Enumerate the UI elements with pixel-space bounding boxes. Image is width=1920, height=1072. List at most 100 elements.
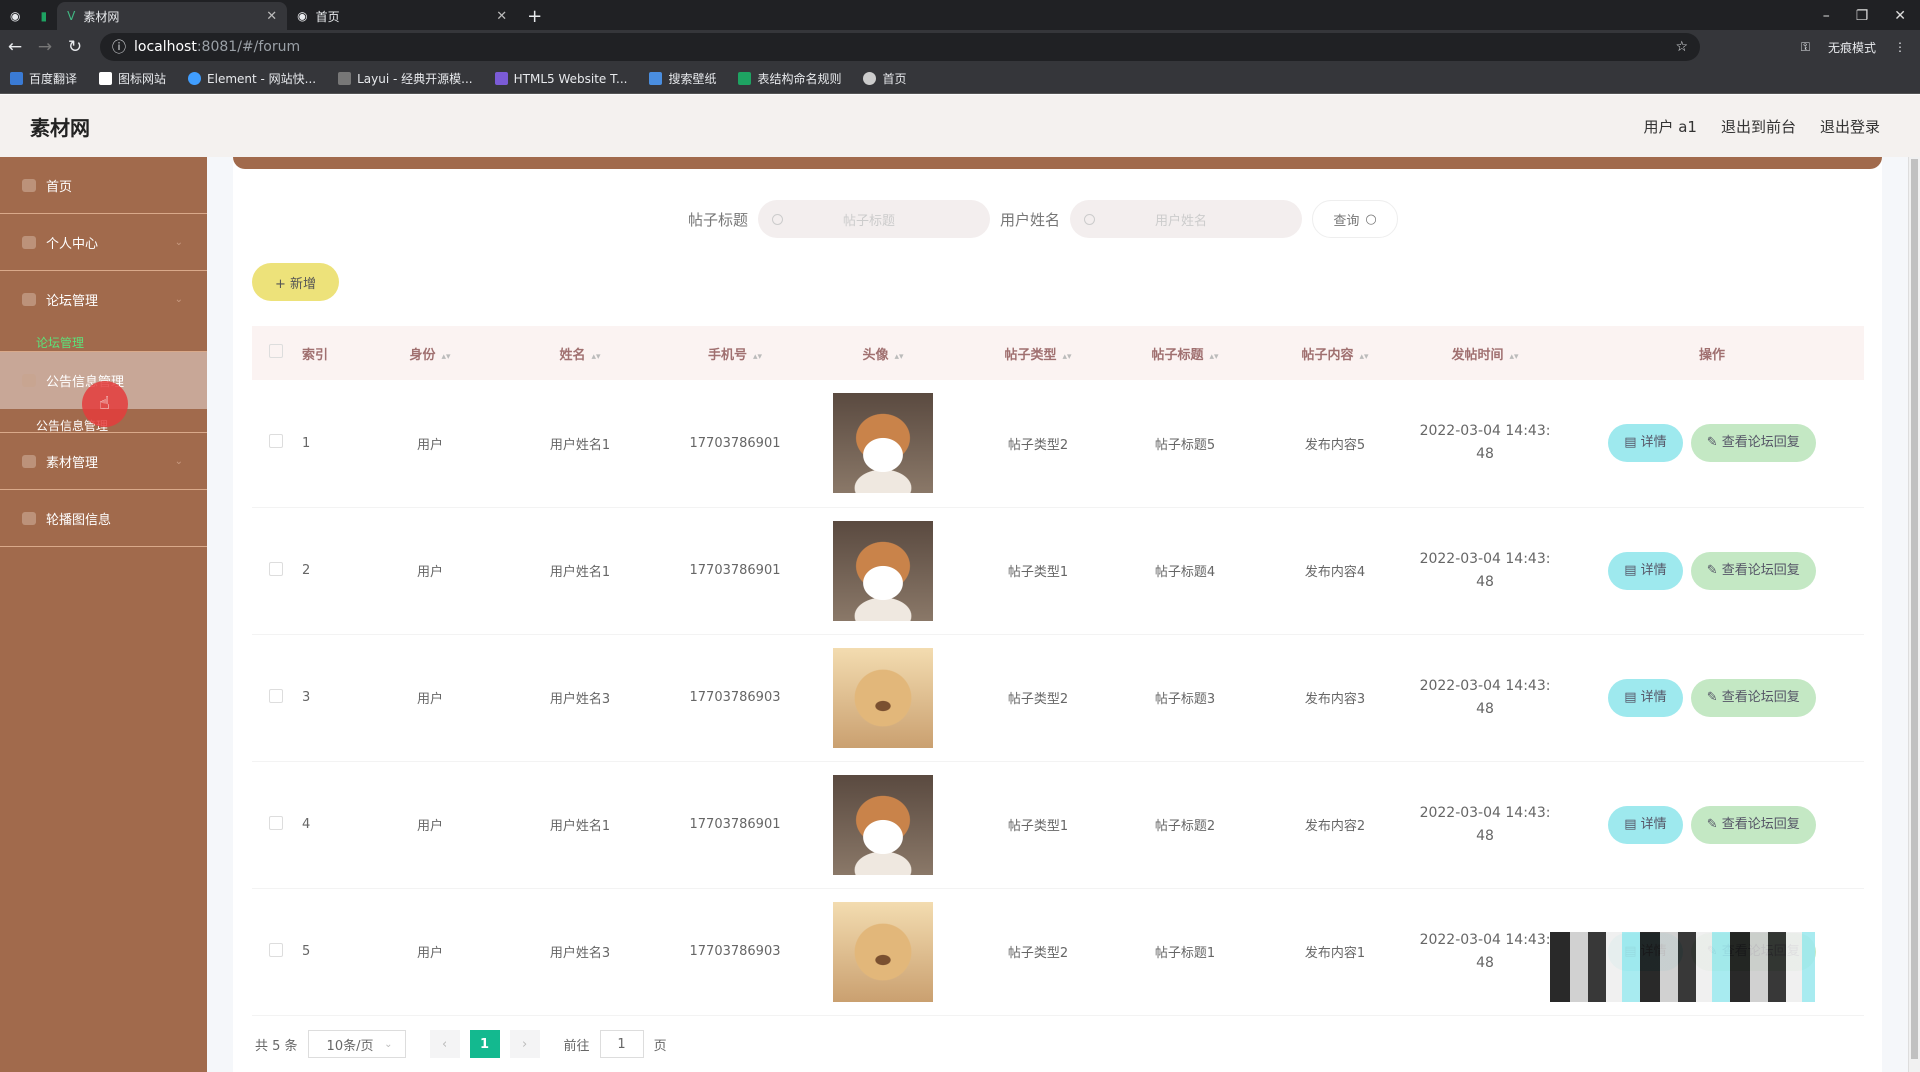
- restore-icon[interactable]: ❐: [1856, 8, 1869, 24]
- row-checkbox[interactable]: [252, 888, 300, 1016]
- sort-icon[interactable]: ▴▾: [1359, 352, 1368, 362]
- menu-icon[interactable]: ⋮: [1894, 40, 1906, 54]
- bookmark[interactable]: 表结构命名规则: [738, 70, 841, 87]
- back-icon[interactable]: ←: [0, 37, 30, 57]
- cell-phone: 17703786901: [670, 380, 800, 508]
- back-to-front-link[interactable]: 退出到前台: [1721, 116, 1796, 137]
- page-1[interactable]: 1: [469, 1030, 500, 1058]
- bookmark[interactable]: 图标网站: [99, 70, 166, 87]
- select-all-checkbox[interactable]: [252, 326, 300, 380]
- view-replies-button[interactable]: ✎ 查看论坛回复: [1690, 678, 1816, 717]
- sidebar-item-personal[interactable]: 个人中心 ⌄: [0, 214, 207, 271]
- row-checkbox[interactable]: [252, 507, 300, 635]
- sort-icon[interactable]: ▴▾: [1209, 352, 1218, 362]
- column-header[interactable]: 帖子内容 ▴▾: [1260, 326, 1410, 380]
- url-input[interactable]: ⓘ localhost:8081/#/forum ☆: [100, 33, 1700, 61]
- hand-cursor-icon: ☝: [99, 393, 110, 414]
- row-checkbox[interactable]: [252, 761, 300, 889]
- cell-type: 帖子类型1: [966, 761, 1110, 889]
- view-replies-button[interactable]: ✎ 查看论坛回复: [1690, 805, 1816, 844]
- column-header[interactable]: 发帖时间 ▴▾: [1410, 326, 1560, 380]
- key-icon[interactable]: ⚿: [1801, 40, 1810, 55]
- cell-phone: 17703786901: [670, 507, 800, 635]
- name-label: 用户姓名: [1000, 210, 1061, 229]
- sort-icon[interactable]: ▴▾: [1509, 352, 1518, 362]
- minimize-icon[interactable]: –: [1823, 8, 1830, 24]
- sidebar-item-material[interactable]: 素材管理 ⌄: [0, 433, 207, 490]
- bookmark[interactable]: HTML5 Website T...: [494, 71, 627, 86]
- bookmark[interactable]: 百度翻译: [10, 70, 77, 87]
- detail-button[interactable]: ▤ 详情: [1608, 424, 1683, 463]
- cell-actions: ▤ 详情✎ 查看论坛回复: [1560, 380, 1864, 508]
- image-icon: [22, 511, 36, 525]
- bookmark[interactable]: Layui - 经典开源模...: [338, 70, 473, 87]
- forward-icon[interactable]: →: [30, 37, 60, 57]
- avatar-image[interactable]: [833, 901, 933, 1002]
- globe-icon[interactable]: ◉: [0, 2, 30, 30]
- cell-time: 2022-03-04 14:43: 48: [1410, 380, 1560, 508]
- avatar-image[interactable]: [833, 520, 933, 621]
- name-search-input[interactable]: 用户姓名: [1070, 200, 1303, 238]
- sort-icon[interactable]: ▴▾: [753, 352, 762, 362]
- row-checkbox[interactable]: [252, 380, 300, 508]
- title-label: 帖子标题: [688, 210, 749, 229]
- close-icon[interactable]: ✕: [266, 9, 277, 24]
- view-replies-button[interactable]: ✎ 查看论坛回复: [1690, 551, 1816, 590]
- forum-table: 索引 身份 ▴▾ 姓名 ▴▾ 手机号 ▴▾ 头像 ▴▾ 帖子类型 ▴▾ 帖子标题 ▴▾ 帖子内容 ▴▾ 发帖时…: [252, 326, 1864, 1016]
- logout-link[interactable]: 退出登录: [1820, 116, 1880, 137]
- cell-phone: 17703786901: [670, 761, 800, 889]
- page-size-select[interactable]: 10条/页 ⌄: [307, 1030, 406, 1058]
- cell-index: 4: [300, 761, 370, 889]
- star-icon[interactable]: ☆: [1675, 39, 1700, 55]
- sort-icon[interactable]: ▴▾: [1062, 352, 1071, 362]
- cell-name: 用户姓名1: [490, 761, 670, 889]
- close-window-icon[interactable]: ✕: [1894, 8, 1906, 24]
- document-icon: ▤: [1624, 435, 1637, 451]
- avatar-image[interactable]: [833, 647, 933, 748]
- scrollbar[interactable]: [1908, 157, 1920, 1072]
- column-header[interactable]: 帖子类型 ▴▾: [966, 326, 1110, 380]
- column-header[interactable]: 帖子标题 ▴▾: [1110, 326, 1260, 380]
- next-page-button[interactable]: ›: [509, 1030, 540, 1058]
- column-header[interactable]: 姓名 ▴▾: [490, 326, 670, 380]
- detail-button[interactable]: ▤ 详情: [1608, 805, 1683, 844]
- prev-page-button[interactable]: ‹: [429, 1030, 460, 1058]
- sidebar-subitem-forum[interactable]: 论坛管理: [0, 328, 207, 352]
- close-icon[interactable]: ✕: [496, 9, 507, 24]
- add-button[interactable]: + 新增: [252, 263, 339, 301]
- row-checkbox[interactable]: [252, 634, 300, 762]
- sidebar-item-home[interactable]: 首页: [0, 157, 207, 214]
- click-indicator: ☝: [82, 381, 128, 427]
- detail-button[interactable]: ▤ 详情: [1608, 678, 1683, 717]
- cell-avatar: [800, 507, 966, 635]
- cell-time: 2022-03-04 14:43: 48: [1410, 507, 1560, 635]
- browser-tabbar: ◉ ▮ V 素材网 ✕ ◉ 首页 ✕ + – ❐ ✕: [0, 0, 1920, 30]
- app-header: 素材网 用户 a1 退出到前台 退出登录: [0, 95, 1920, 157]
- edit-icon: ✎: [1706, 435, 1718, 451]
- column-header[interactable]: 身份 ▴▾: [370, 326, 490, 380]
- detail-button[interactable]: ▤ 详情: [1608, 551, 1683, 590]
- bookmark[interactable]: Element - 网站快...: [188, 70, 316, 87]
- avatar-image[interactable]: [833, 393, 933, 494]
- reload-icon[interactable]: ↻: [60, 37, 90, 57]
- avatar-image[interactable]: [833, 774, 933, 875]
- sidebar-item-carousel[interactable]: 轮播图信息: [0, 490, 207, 547]
- view-replies-button[interactable]: ✎ 查看论坛回复: [1690, 424, 1816, 463]
- new-tab-button[interactable]: +: [517, 2, 552, 30]
- goto-page-input[interactable]: 1: [599, 1030, 644, 1058]
- query-button[interactable]: 查询 ○: [1312, 200, 1399, 238]
- sort-icon[interactable]: ▴▾: [441, 352, 450, 362]
- sidebar-item-forum[interactable]: 论坛管理 ⌄: [0, 271, 207, 328]
- vue-icon: V: [67, 9, 76, 23]
- bookmark[interactable]: 搜索壁纸: [649, 70, 716, 87]
- column-header[interactable]: 手机号 ▴▾: [670, 326, 800, 380]
- sort-icon[interactable]: ▴▾: [591, 352, 600, 362]
- tab-sucai[interactable]: V 素材网 ✕: [57, 2, 288, 30]
- incognito-badge[interactable]: 无痕模式: [1828, 39, 1876, 56]
- sheets-icon[interactable]: ▮: [30, 2, 57, 30]
- bookmark[interactable]: 首页: [863, 70, 907, 87]
- title-search-input[interactable]: 帖子标题: [758, 200, 991, 238]
- tab-home[interactable]: ◉ 首页 ✕: [287, 2, 517, 30]
- column-header[interactable]: 头像 ▴▾: [800, 326, 966, 380]
- sort-icon[interactable]: ▴▾: [894, 352, 903, 362]
